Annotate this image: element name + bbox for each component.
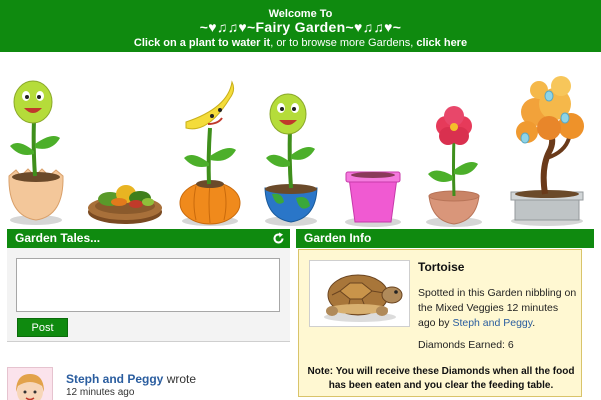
banner-instruction: Click on a plant to water it, or to brow… bbox=[0, 37, 601, 49]
feeding-table-mixed-veggies[interactable] bbox=[86, 166, 164, 228]
pink-pot-empty[interactable] bbox=[343, 166, 403, 228]
creature-description: Spotted in this Garden nibbling on the M… bbox=[418, 286, 578, 331]
post-action: wrote bbox=[163, 372, 197, 386]
garden-tales-compose: Post bbox=[7, 248, 290, 342]
refresh-icon[interactable] bbox=[272, 232, 285, 245]
plant-pea-globe-pot[interactable] bbox=[262, 70, 320, 228]
post-author-link[interactable]: Steph and Peggy bbox=[66, 372, 163, 386]
post-header: Steph and Peggy wrote bbox=[66, 372, 196, 386]
desc-suffix: . bbox=[532, 317, 536, 329]
tortoise-image bbox=[309, 260, 410, 327]
desc-author-link[interactable]: Steph and Peggy bbox=[452, 317, 532, 329]
plant-banana-pumpkin[interactable] bbox=[178, 68, 242, 228]
tale-post: Steph and Peggy wrote 12 minutes ago bbox=[7, 365, 290, 400]
plant-orange-bonsai-tree[interactable] bbox=[505, 68, 589, 228]
tale-input[interactable] bbox=[16, 258, 280, 312]
post-button[interactable]: Post bbox=[17, 318, 68, 337]
diamonds-earned: Diamonds Earned: 6 bbox=[418, 339, 514, 351]
plant-hibiscus-clay-pot[interactable] bbox=[424, 106, 484, 228]
instruction-bold: Click on a plant to water it bbox=[133, 37, 271, 49]
diamonds-note: Note: You will receive these Diamonds wh… bbox=[307, 366, 575, 391]
garden-plants-row bbox=[0, 60, 601, 228]
welcome-banner: Welcome To ~♥♫♫♥~Fairy Garden~♥♫♫♥~ Clic… bbox=[0, 0, 601, 52]
garden-name: ~♥♫♫♥~Fairy Garden~♥♫♫♥~ bbox=[199, 19, 402, 35]
post-timestamp: 12 minutes ago bbox=[66, 387, 135, 398]
garden-info-box: Tortoise Spotted in this Garden nibbling… bbox=[298, 249, 582, 397]
instruction-mid: , or to browse more Gardens, bbox=[270, 37, 417, 49]
garden-info-title: Garden Info bbox=[304, 231, 372, 245]
browse-gardens-link[interactable]: click here bbox=[416, 37, 467, 49]
garden-tales-title: Garden Tales... bbox=[15, 231, 101, 245]
garden-info-header: Garden Info bbox=[296, 229, 594, 248]
creature-name: Tortoise bbox=[418, 260, 465, 274]
garden-tales-header: Garden Tales... bbox=[7, 229, 290, 248]
avatar[interactable] bbox=[7, 367, 53, 400]
plant-pea-eggshell[interactable] bbox=[4, 66, 68, 228]
